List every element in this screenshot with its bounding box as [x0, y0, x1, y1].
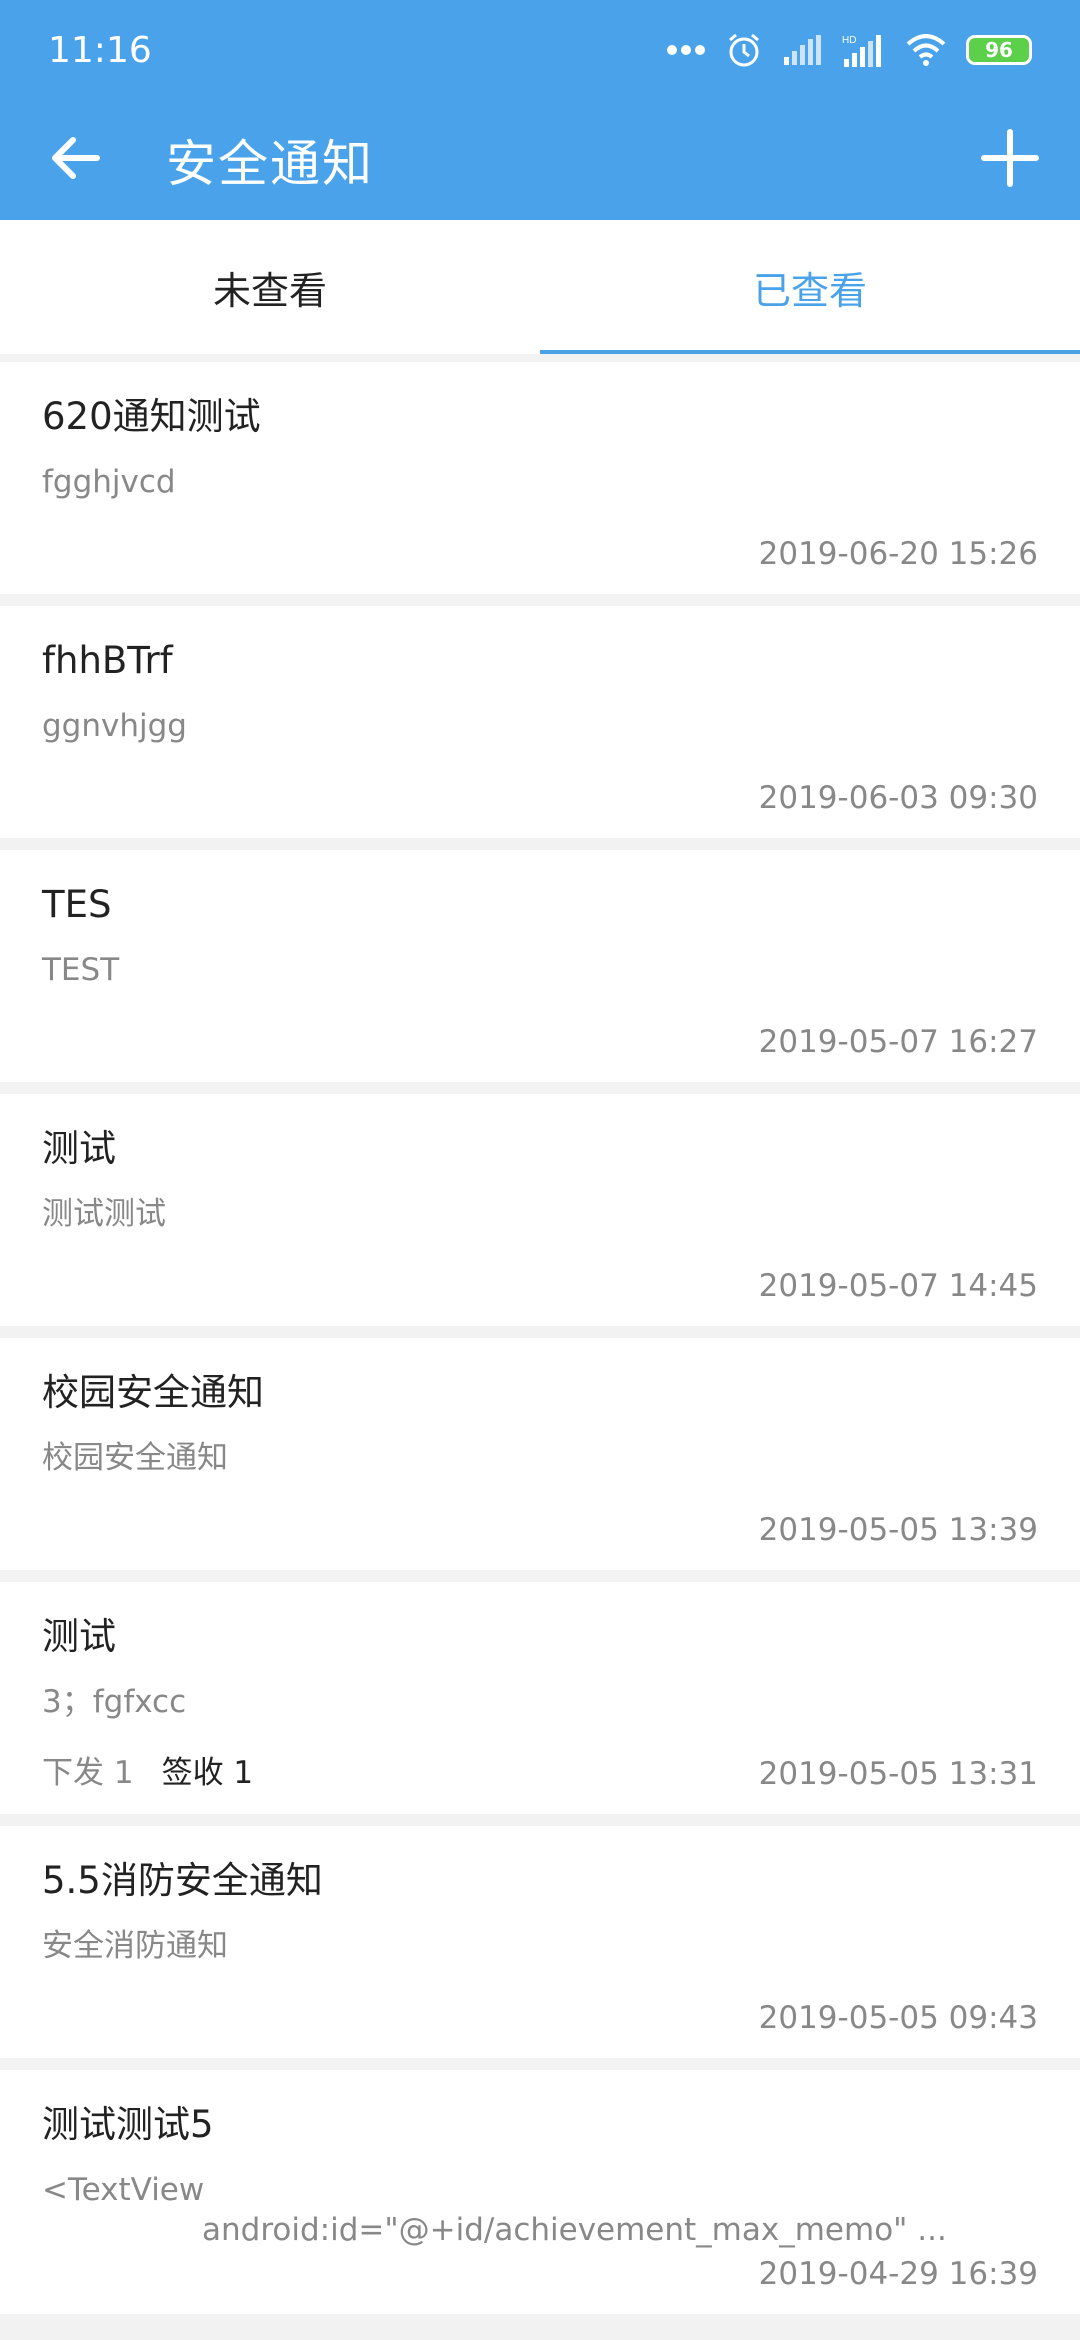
issued-count: 下发 1 [42, 1755, 134, 1791]
list-item[interactable]: fhhBTrf ggnvhjgg 2019-06-03 09:30 [0, 606, 1080, 838]
notice-summary: fgghjvcd [42, 464, 176, 500]
notice-date: 2019-05-05 13:31 [758, 1756, 1038, 1792]
back-button[interactable] [36, 120, 116, 200]
status-time: 11:16 [48, 29, 152, 71]
list-item[interactable]: 5.5消防安全通知 安全消防通知 2019-05-05 09:43 [0, 1826, 1080, 2058]
notice-summary: <TextView [42, 2172, 205, 2208]
notice-title: TES [42, 883, 112, 926]
notice-date: 2019-05-07 14:45 [758, 1268, 1038, 1304]
notice-summary-continued: android:id="@+id/achievement_max_memo" .… [202, 2212, 947, 2248]
list-item[interactable]: 测试 测试测试 2019-05-07 14:45 [0, 1094, 1080, 1326]
notice-title: 620通知测试 [42, 395, 261, 438]
notice-stats: 下发 1 签收 1 [42, 1747, 253, 1792]
signal-weak-icon [782, 35, 822, 65]
notice-title: fhhBTrf [42, 639, 173, 682]
list-item[interactable]: 620通知测试 fgghjvcd 2019-06-20 15:26 [0, 362, 1080, 594]
svg-text:HD: HD [842, 35, 856, 46]
toolbar: 安全通知 [0, 100, 1080, 220]
plus-icon [980, 128, 1040, 192]
notice-title: 测试测试5 [42, 2103, 214, 2146]
signed-count: 签收 1 [161, 1755, 254, 1791]
notice-title: 测试 [42, 1127, 116, 1170]
tab-bar: 未查看 已查看 [0, 220, 1080, 354]
notice-summary: ggnvhjgg [42, 708, 187, 744]
arrow-left-icon [51, 136, 101, 184]
notice-date: 2019-05-07 16:27 [758, 1024, 1038, 1060]
notice-summary: 校园安全通知 [42, 1440, 228, 1476]
notice-date: 2019-06-03 09:30 [758, 780, 1038, 816]
more-dots-icon [666, 44, 706, 56]
battery-icon: 96 [966, 35, 1032, 65]
app-bar: 11:16 HD 96 安全通知 [0, 0, 1080, 220]
notice-summary: 3；fgfxcc [42, 1684, 187, 1720]
status-bar: 11:16 HD 96 [0, 0, 1080, 100]
list-item[interactable]: TES TEST 2019-05-07 16:27 [0, 850, 1080, 1082]
notice-date: 2019-06-20 15:26 [758, 536, 1038, 572]
notice-summary: 测试测试 [42, 1196, 166, 1232]
list-item[interactable]: 测试 3；fgfxcc 下发 1 签收 1 2019-05-05 13:31 [0, 1582, 1080, 1814]
tab-unviewed[interactable]: 未查看 [0, 220, 540, 354]
page-title: 安全通知 [166, 135, 374, 193]
notice-summary: TEST [42, 952, 120, 988]
notice-title: 测试 [42, 1615, 116, 1658]
notice-date: 2019-05-05 13:39 [758, 1512, 1038, 1548]
notice-title: 校园安全通知 [42, 1371, 264, 1414]
signal-hd-icon: HD [842, 33, 886, 67]
notice-date: 2019-04-29 16:39 [758, 2256, 1038, 2292]
notice-date: 2019-05-05 09:43 [758, 2000, 1038, 2036]
alarm-icon [726, 32, 762, 68]
add-notice-button[interactable] [970, 120, 1050, 200]
notice-summary: 安全消防通知 [42, 1928, 228, 1964]
list-item[interactable]: 测试测试5 <TextView android:id="@+id/achieve… [0, 2070, 1080, 2314]
status-icons: HD 96 [666, 32, 1032, 68]
list-item[interactable]: 校园安全通知 校园安全通知 2019-05-05 13:39 [0, 1338, 1080, 1570]
notice-list: 620通知测试 fgghjvcd 2019-06-20 15:26 fhhBTr… [0, 362, 1080, 2326]
notice-title: 5.5消防安全通知 [42, 1859, 323, 1902]
tab-viewed[interactable]: 已查看 [540, 220, 1080, 354]
wifi-icon [906, 34, 946, 66]
